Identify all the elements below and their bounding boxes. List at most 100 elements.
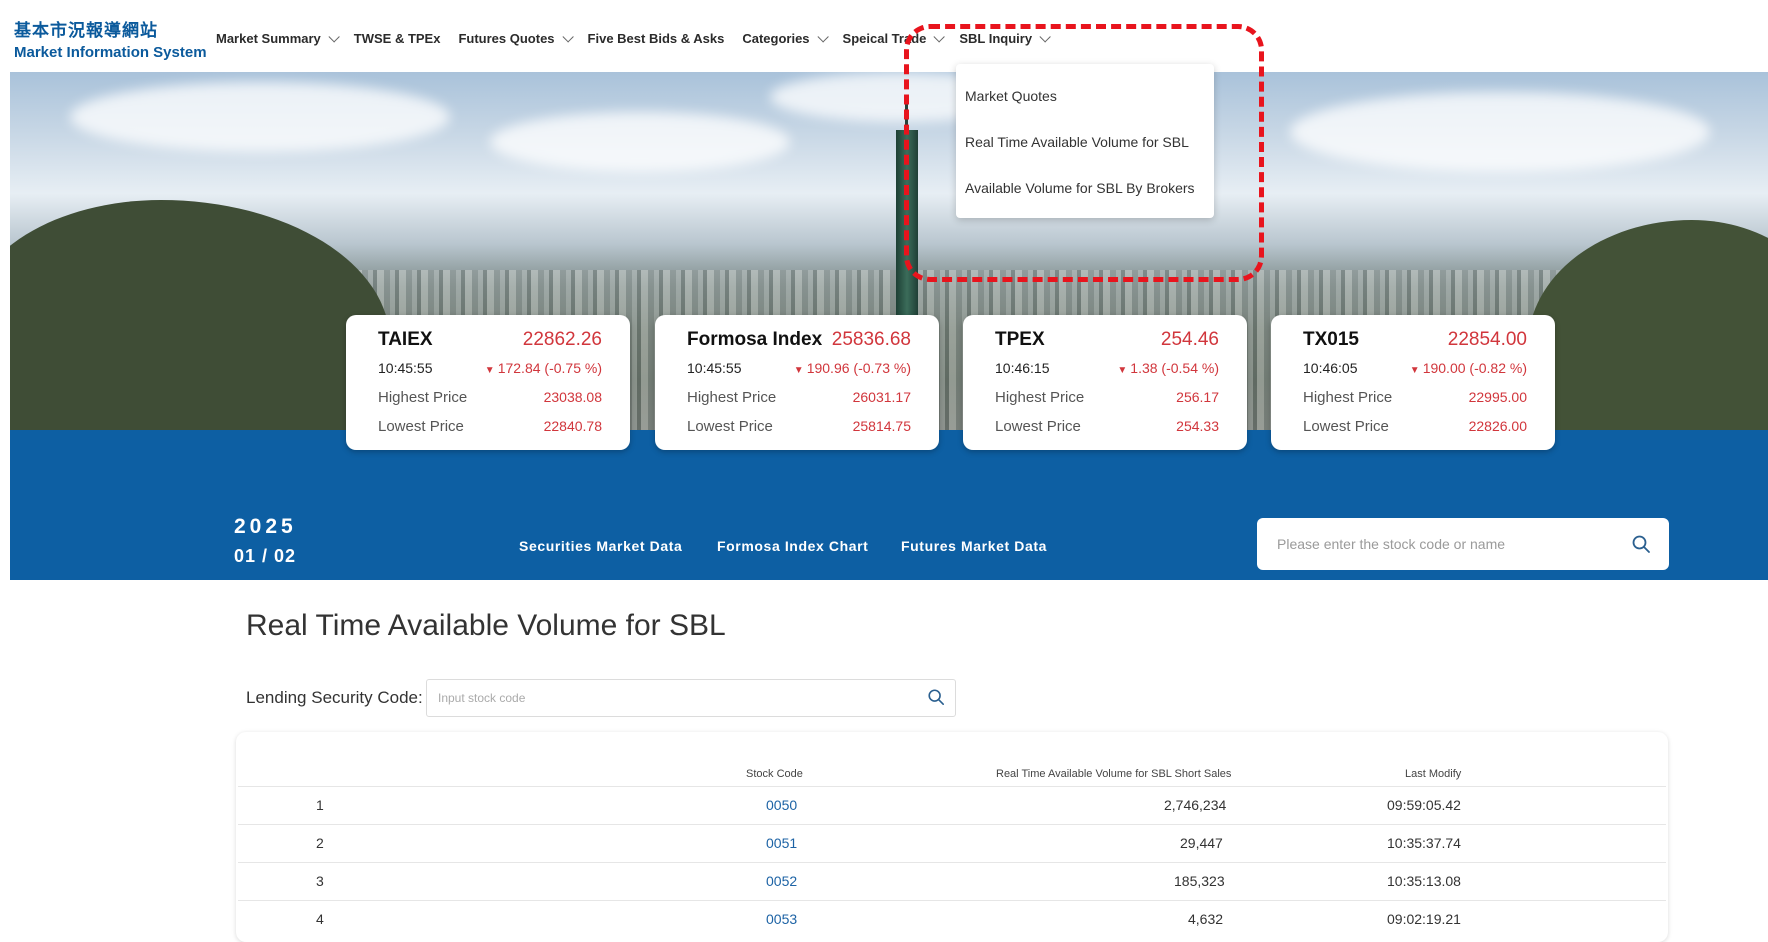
modified-time: 09:02:19.21 — [1387, 911, 1461, 927]
low-label: Lowest Price — [995, 418, 1081, 435]
index-time: 10:46:15 — [995, 360, 1050, 376]
nav-label: Five Best Bids & Asks — [587, 31, 725, 46]
menu-item-available-volume-sbl-by-brokers[interactable]: Available Volume for SBL By Brokers — [965, 180, 1195, 196]
change-value: 172.84 (-0.75 %) — [497, 360, 602, 376]
row-index: 2 — [316, 835, 324, 851]
index-name: TPEX — [995, 329, 1045, 350]
tab-formosa-index-chart[interactable]: Formosa Index Chart — [717, 538, 868, 554]
right-hill — [1528, 220, 1768, 430]
high-label: Highest Price — [1303, 389, 1393, 406]
high-label: Highest Price — [995, 389, 1085, 406]
chevron-down-icon — [1039, 30, 1051, 43]
row-index: 1 — [316, 797, 324, 813]
row-divider — [238, 900, 1666, 901]
stock-code-link[interactable]: 0050 — [766, 797, 797, 813]
high-label: Highest Price — [378, 389, 468, 406]
low-value: 254.33 — [1176, 418, 1219, 434]
nav-twse-tpex[interactable]: TWSE & TPEx — [354, 31, 441, 46]
index-name: TX015 — [1303, 329, 1359, 350]
menu-item-market-quotes[interactable]: Market Quotes — [965, 88, 1057, 104]
down-triangle-icon: ▼ — [1409, 365, 1420, 376]
top-navigation-bar: 基本市況報導網站 Market Information System Marke… — [0, 0, 1768, 72]
page-title: Real Time Available Volume for SBL — [246, 609, 726, 642]
high-value: 26031.17 — [852, 389, 911, 405]
low-value: 25814.75 — [852, 418, 911, 434]
menu-item-real-time-available-volume-sbl[interactable]: Real Time Available Volume for SBL — [965, 134, 1189, 150]
logo-chinese-title: 基本市況報導網站 — [14, 21, 158, 40]
nav-futures-quotes[interactable]: Futures Quotes — [458, 30, 574, 46]
index-time: 10:45:55 — [378, 360, 433, 376]
volume-value: 29,447 — [1180, 835, 1223, 851]
low-label: Lowest Price — [687, 418, 773, 435]
lending-code-label: Lending Security Code: — [246, 688, 423, 707]
date-month-day: 01 / 02 — [234, 546, 297, 566]
high-value: 22995.00 — [1468, 389, 1527, 405]
index-card-formosa[interactable]: Formosa Index 25836.68 10:45:55 ▼ 190.96 … — [655, 315, 939, 450]
high-value: 256.17 — [1176, 389, 1219, 405]
nav-label: Futures Quotes — [458, 31, 555, 46]
row-divider — [238, 786, 1666, 787]
nav-label: Categories — [742, 31, 810, 46]
change-value: 1.38 (-0.54 %) — [1130, 360, 1219, 376]
cloud-shape — [1290, 92, 1710, 172]
down-triangle-icon: ▼ — [793, 365, 804, 376]
down-triangle-icon: ▼ — [484, 365, 495, 376]
index-card-taiex[interactable]: TAIEX 22862.26 10:45:55 ▼ 172.84 (-0.75 %… — [346, 315, 630, 450]
nav-market-summary[interactable]: Market Summary — [216, 30, 340, 46]
date-year: 2025 — [234, 515, 297, 538]
site-logo[interactable]: 基本市況報導網站 Market Information System — [14, 20, 207, 64]
index-name: Formosa Index — [687, 329, 823, 350]
header-stock-code: Stock Code — [746, 768, 803, 780]
row-index: 4 — [316, 911, 324, 927]
index-change: ▼ 172.84 (-0.75 %) — [485, 360, 602, 376]
volume-value: 185,323 — [1174, 873, 1225, 889]
tab-futures-market-data[interactable]: Futures Market Data — [901, 538, 1047, 554]
index-value: 254.46 — [1160, 329, 1219, 350]
high-label: Highest Price — [687, 389, 777, 406]
nav-five-best-bids-asks[interactable]: Five Best Bids & Asks — [588, 31, 725, 46]
stock-search-input[interactable] — [1275, 535, 1619, 553]
index-change: ▼ 1.38 (-0.54 %) — [1117, 360, 1219, 376]
nav-label: Market Summary — [216, 31, 321, 46]
stock-code-link[interactable]: 0053 — [766, 911, 797, 927]
nav-sbl-inquiry[interactable]: SBL Inquiry — [959, 30, 1051, 46]
index-time: 10:45:55 — [687, 360, 742, 376]
row-divider — [238, 824, 1666, 825]
volume-value: 4,632 — [1188, 911, 1224, 927]
modified-time: 10:35:13.08 — [1387, 873, 1461, 889]
nav-label: TWSE & TPEx — [353, 31, 441, 46]
tab-securities-market-data[interactable]: Securities Market Data — [519, 538, 682, 554]
low-value: 22826.00 — [1468, 418, 1527, 434]
chevron-down-icon — [817, 30, 829, 43]
stock-code-link[interactable]: 0052 — [766, 873, 797, 889]
left-hill — [10, 200, 390, 430]
index-card-tpex[interactable]: TPEX 254.46 10:46:15 ▼ 1.38 (-0.54 %) Hig… — [963, 315, 1247, 450]
stock-code-link[interactable]: 0051 — [766, 835, 797, 851]
search-icon[interactable] — [1631, 534, 1651, 554]
chevron-down-icon — [933, 30, 946, 43]
nav-special-trade[interactable]: Speical Trade — [843, 30, 946, 46]
index-value: 22854.00 — [1447, 329, 1527, 350]
sbl-inquiry-dropdown: Market Quotes Real Time Available Volume… — [956, 64, 1214, 218]
index-time: 10:46:05 — [1303, 360, 1358, 376]
chevron-down-icon — [328, 30, 340, 43]
search-icon[interactable] — [927, 688, 945, 706]
volume-value: 2,746,234 — [1164, 797, 1227, 813]
low-label: Lowest Price — [378, 418, 464, 435]
index-name: TAIEX — [378, 329, 433, 350]
row-index: 3 — [316, 873, 324, 889]
index-change: ▼ 190.00 (-0.82 %) — [1410, 360, 1527, 376]
cloud-shape — [70, 82, 450, 152]
header-last-modify: Last Modify — [1405, 768, 1462, 780]
index-change: ▼ 190.96 (-0.73 %) — [794, 360, 911, 376]
lending-code-input[interactable] — [436, 690, 900, 706]
nav-categories[interactable]: Categories — [742, 30, 829, 46]
main-menu: Market Summary TWSE & TPEx Futures Quote… — [216, 30, 1065, 46]
lending-code-box — [426, 679, 956, 717]
change-value: 190.96 (-0.73 %) — [806, 360, 911, 376]
row-divider — [238, 862, 1666, 863]
modified-time: 10:35:37.74 — [1387, 835, 1461, 851]
logo-english-title: Market Information System — [14, 44, 207, 61]
chevron-down-icon — [562, 30, 574, 43]
index-card-tx015[interactable]: TX015 22854.00 10:46:05 ▼ 190.00 (-0.82 %… — [1271, 315, 1555, 450]
